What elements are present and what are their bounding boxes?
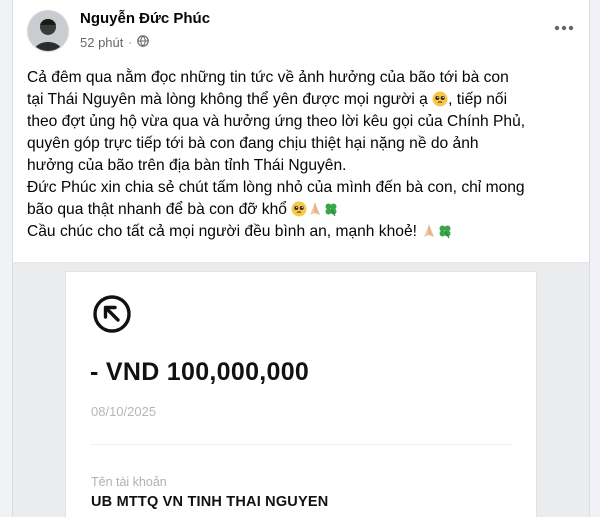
folded-hands-icon bbox=[310, 203, 321, 215]
post-line: Đức Phúc xin chia sẻ chút tấm lòng nhỏ c… bbox=[27, 179, 525, 196]
post-line: hưởng của bão trên địa bàn tỉnh Thái Ngu… bbox=[27, 157, 347, 174]
receipt-separator bbox=[90, 444, 512, 445]
meta-dot: · bbox=[128, 36, 133, 49]
post-time[interactable]: 52 phút bbox=[80, 35, 123, 50]
transfer-amount: - VND 100,000,000 bbox=[90, 358, 310, 386]
folded-hands-icon bbox=[424, 225, 435, 237]
post-meta: 52 phút · bbox=[80, 35, 149, 50]
arrow-up-left-circle-icon bbox=[92, 294, 132, 334]
post-line: tại Thái Nguyên mà lòng không thể yên đư… bbox=[27, 91, 508, 108]
pleading-face-icon bbox=[432, 91, 448, 107]
post-line: Cầu chúc cho tất cả mọi người đều bình a… bbox=[27, 221, 573, 243]
pleading-face-icon bbox=[291, 201, 307, 217]
post-header: Nguyễn Đức Phúc 52 phút · bbox=[13, 0, 589, 60]
post-text: Cả đêm qua nằm đọc những tin tức về ảnh … bbox=[27, 67, 573, 243]
four-leaf-clover-icon bbox=[325, 203, 337, 217]
post-image[interactable]: - VND 100,000,000 08/10/2025 Tên tài kho… bbox=[13, 263, 589, 517]
author-name[interactable]: Nguyễn Đức Phúc bbox=[80, 10, 210, 27]
four-leaf-clover-icon bbox=[439, 225, 451, 239]
globe-icon[interactable] bbox=[137, 35, 149, 50]
post-line: Cả đêm qua nằm đọc những tin tức về ảnh … bbox=[27, 69, 509, 86]
transfer-date: 08/10/2025 bbox=[91, 404, 157, 419]
post-card: Nguyễn Đức Phúc 52 phút · Cả đêm qua nằm… bbox=[12, 0, 590, 517]
post-line: theo đợt ủng hộ vừa qua và hưởng ứng the… bbox=[27, 113, 526, 130]
more-horizontal-icon[interactable] bbox=[549, 16, 579, 40]
transfer-receipt: - VND 100,000,000 08/10/2025 Tên tài kho… bbox=[65, 271, 537, 517]
account-name-value: UB MTTQ VN TINH THAI NGUYEN bbox=[91, 494, 329, 510]
post-line: quyên góp trực tiếp tới bà con đang chịu… bbox=[27, 135, 479, 152]
post-line: bão qua thật nhanh để bà con đỡ khổ bbox=[27, 199, 573, 221]
account-name-label: Tên tài khoản bbox=[91, 475, 167, 489]
avatar[interactable] bbox=[27, 10, 69, 52]
